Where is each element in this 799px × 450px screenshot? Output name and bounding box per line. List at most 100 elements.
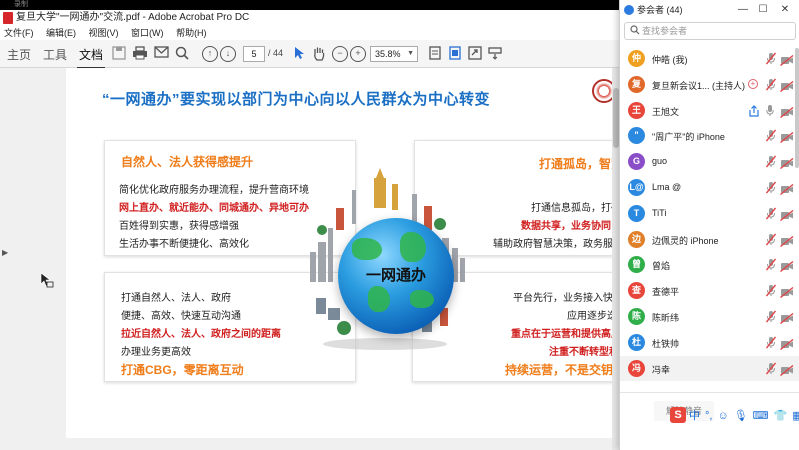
keyboard-icon[interactable]: ⌨ [753, 407, 769, 425]
mic-muted-icon[interactable] [765, 181, 777, 194]
next-page-icon[interactable]: ↓ [220, 46, 236, 62]
menu-view[interactable]: 视图(V) [89, 26, 119, 40]
card-line: 注重不断转型和 [549, 347, 619, 358]
participant-row[interactable]: L@ Lma @ [620, 175, 799, 201]
page-number-input[interactable] [243, 46, 265, 62]
close-icon[interactable]: ✕ [778, 0, 792, 20]
camera-off-icon[interactable] [780, 234, 794, 247]
mic-muted-icon[interactable] [765, 258, 777, 271]
participant-row[interactable]: 冯冯幸 [620, 355, 799, 382]
participant-row[interactable]: 曾曾焰 [620, 252, 799, 278]
card-line: 简化优化政府服务办理流程，提升营商环境 [119, 185, 309, 196]
search-input[interactable] [642, 25, 792, 37]
participant-row[interactable]: Gguo [620, 149, 799, 175]
avatar: G [628, 153, 645, 171]
camera-off-icon[interactable] [780, 130, 794, 144]
camera-off-icon[interactable] [780, 105, 794, 118]
participant-row[interactable]: 仲仲皓 (我) [620, 46, 799, 72]
participant-row[interactable]: 杜杜铁帅 [620, 330, 799, 356]
card-line: 应用逐步迭 [567, 311, 617, 322]
fit-width-icon[interactable] [447, 46, 463, 62]
voice-input-icon[interactable]: 🎙 [734, 407, 748, 425]
fit-page-icon[interactable] [427, 46, 443, 62]
mic-muted-icon[interactable] [765, 233, 777, 246]
menu-edit[interactable]: 编辑(E) [46, 26, 76, 40]
camera-off-icon[interactable] [780, 156, 794, 170]
save-icon[interactable] [111, 46, 127, 62]
prev-page-icon[interactable]: ↑ [202, 46, 218, 62]
skin-icon[interactable]: 👕 [774, 407, 788, 425]
participant-row[interactable]: 边边佩灵的 iPhone [620, 227, 799, 253]
zoom-in-icon[interactable]: + [350, 46, 366, 62]
mic-muted-icon[interactable] [765, 52, 777, 65]
full-screen-icon[interactable] [467, 46, 483, 62]
punctuation-icon[interactable]: °, [705, 407, 712, 425]
ime-mode-label[interactable]: 中 [689, 407, 700, 425]
participant-row[interactable]: " "周广平"的 iPhone [620, 123, 799, 149]
card-line: 网上直办、就近能办、同城通办、异地可办 [119, 203, 309, 214]
tab-tools[interactable]: 工具 [43, 46, 67, 63]
menu-help[interactable]: 帮助(H) [176, 26, 207, 40]
participant-name: 杜铁帅 [652, 338, 680, 349]
participant-name: 冯幸 [652, 364, 671, 375]
participant-row[interactable]: 王王旭文 [620, 98, 799, 124]
card-line: 数据共享，业务协同， [521, 221, 620, 232]
participant-row[interactable]: T TiTi [620, 201, 799, 227]
avatar: 冯 [628, 359, 645, 377]
participant-row[interactable]: 陈陈昕纬 [620, 304, 799, 330]
participant-row[interactable]: 查查德平 [620, 278, 799, 304]
zoom-select[interactable]: 35.8% ▼ [370, 46, 418, 62]
tab-home[interactable]: 主页 [7, 46, 31, 63]
mic-muted-icon[interactable] [765, 155, 777, 168]
camera-off-icon[interactable] [780, 337, 794, 350]
participant-list-scrollbar[interactable] [795, 48, 799, 168]
camera-off-icon[interactable] [780, 208, 794, 221]
mic-muted-icon[interactable] [765, 129, 777, 142]
menu-file[interactable]: 文件(F) [4, 26, 34, 40]
recording-strip: 录制 [0, 0, 620, 10]
mic-muted-icon[interactable] [765, 362, 777, 375]
avatar: 边 [628, 230, 645, 248]
print-icon[interactable] [132, 46, 148, 62]
hand-tool-icon[interactable] [311, 46, 327, 62]
camera-off-icon[interactable] [780, 363, 794, 376]
menu-window[interactable]: 窗口(W) [131, 26, 164, 40]
mic-on-icon[interactable] [766, 104, 774, 117]
select-cursor-icon[interactable] [291, 46, 307, 62]
emoji-icon[interactable]: ☺ [717, 407, 728, 425]
ime-toolbar: S 中 °, ☺ 🎙 ⌨ 👕 ▦ [670, 407, 799, 425]
participant-search[interactable] [624, 22, 796, 40]
card-line: 重点在于运营和提供高质 [511, 329, 620, 340]
avatar: T [628, 204, 645, 222]
mic-muted-icon[interactable] [765, 284, 777, 297]
expand-panel-icon[interactable]: ▶ [2, 248, 8, 257]
scroll-mode-icon[interactable] [487, 46, 503, 62]
mic-muted-icon[interactable] [765, 78, 777, 91]
panel-footer: 解除静音 S中°,☺🎙⌨👕▦ [620, 392, 799, 450]
camera-off-icon[interactable] [780, 53, 794, 67]
tab-document[interactable]: 文档 [76, 46, 106, 69]
globe-label: 一网通办 [365, 267, 426, 284]
mic-muted-icon[interactable] [765, 336, 777, 349]
menubar: 文件(F) 编辑(E) 视图(V) 窗口(W) 帮助(H) [0, 26, 620, 40]
minimize-icon[interactable]: — [736, 0, 750, 20]
toolbox-icon[interactable]: ▦ [792, 407, 799, 425]
participant-row[interactable]: 复复旦新会议1... (主持人) + [620, 72, 799, 98]
sogou-ime-icon[interactable]: S [670, 407, 686, 423]
mic-muted-icon[interactable] [765, 310, 777, 323]
card-heading: 自然人、法人获得感提升 [121, 155, 254, 169]
camera-off-icon[interactable] [780, 311, 794, 325]
camera-off-icon[interactable] [780, 259, 794, 273]
mic-muted-icon[interactable] [765, 207, 777, 220]
camera-off-icon[interactable] [780, 285, 794, 299]
email-icon[interactable] [153, 46, 169, 62]
zoom-out-icon[interactable]: − [332, 46, 348, 62]
avatar: 曾 [628, 256, 645, 274]
avatar: 陈 [628, 307, 645, 325]
participant-name: 复旦新会议1... (主持人) [652, 80, 746, 91]
maximize-icon[interactable]: ☐ [756, 0, 770, 20]
camera-off-icon[interactable] [780, 182, 794, 196]
host-badge-icon: + [748, 78, 758, 89]
camera-off-icon[interactable] [780, 79, 794, 92]
search-icon[interactable] [174, 46, 190, 62]
